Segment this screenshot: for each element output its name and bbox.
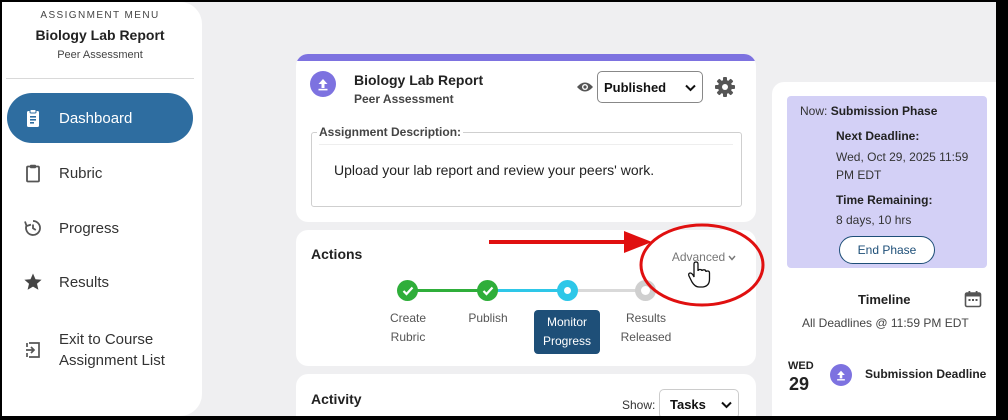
timeline-day: WED: [788, 360, 814, 372]
current-phase: Now: Submission Phase: [800, 104, 937, 118]
activity-filter-select[interactable]: Tasks: [659, 389, 739, 416]
sidebar-item-progress[interactable]: Progress: [7, 203, 193, 253]
actions-title: Actions: [311, 246, 363, 262]
menu-caption: ASSIGNMENT MENU: [40, 10, 160, 21]
next-deadline-value: Wed, Oct 29, 2025 11:59 PM EDT: [836, 150, 969, 182]
clipboard-outline-icon: [23, 163, 43, 183]
sidebar-item-label: Progress: [59, 219, 120, 237]
step-label-monitor-progress[interactable]: Monitor Progress: [534, 310, 600, 354]
description-box: Assignment Description: Upload your lab …: [311, 125, 742, 207]
assignment-header-card: Biology Lab Report Peer Assessment Publi…: [296, 54, 756, 222]
show-label: Show:: [622, 398, 656, 412]
sidebar-item-label: Results: [59, 273, 110, 291]
gear-icon[interactable]: [714, 76, 736, 98]
timeline-event[interactable]: Submission Deadline: [865, 367, 986, 381]
step-label-results-released: Results Released: [620, 311, 672, 344]
track-segment-current: [488, 289, 568, 292]
step-monitor-progress-dot: [557, 280, 578, 301]
sidebar-item-exit[interactable]: Exit to Course Assignment List: [7, 322, 193, 378]
eye-icon[interactable]: [576, 80, 594, 94]
sidebar-item-results[interactable]: Results: [7, 257, 193, 307]
app-frame: ASSIGNMENT MENU Biology Lab Report Peer …: [2, 2, 996, 416]
sidebar-item-label: Dashboard: [59, 109, 133, 127]
step-publish-check-icon: [477, 280, 498, 301]
sidebar-item-label: Rubric: [59, 164, 103, 182]
status-select[interactable]: Published: [597, 71, 703, 103]
chevron-down-icon: [728, 250, 736, 264]
calendar-icon[interactable]: [964, 290, 982, 308]
sidebar-item-rubric[interactable]: Rubric: [7, 148, 193, 198]
chevron-down-icon: [685, 80, 696, 95]
sidebar: ASSIGNMENT MENU Biology Lab Report Peer …: [2, 2, 202, 416]
clipboard-icon: [23, 108, 43, 128]
accent-bar: [296, 54, 756, 61]
phase-now-name: Submission Phase: [830, 104, 938, 118]
phase-card: Now: Submission Phase Next Deadline: Wed…: [787, 96, 987, 268]
menu-subtitle: Peer Assessment: [57, 49, 143, 61]
description-text: Upload your lab report and review your p…: [334, 162, 655, 178]
activity-filter-value: Tasks: [670, 396, 706, 412]
advanced-label: Advanced: [671, 250, 726, 264]
step-label-publish: Publish: [468, 311, 508, 325]
activity-title: Activity: [311, 391, 362, 407]
actions-card: Actions Advanced Create Rubric Publish M…: [296, 230, 756, 366]
time-remaining-label: Time Remaining:: [836, 193, 933, 207]
timeline-subtitle: All Deadlines @ 11:59 PM EDT: [802, 316, 969, 330]
description-content: Upload your lab report and review your p…: [319, 144, 733, 200]
assignment-title: Biology Lab Report: [354, 72, 484, 88]
time-remaining-value: 8 days, 10 hrs: [836, 213, 912, 227]
history-icon: [23, 218, 43, 238]
sidebar-item-label: Exit to Course Assignment List: [59, 331, 165, 369]
phase-now-prefix: Now:: [800, 104, 828, 118]
description-legend: Assignment Description:: [317, 125, 464, 139]
exit-icon: [23, 340, 43, 360]
right-panel: Now: Submission Phase Next Deadline: Wed…: [772, 82, 996, 416]
star-icon: [23, 272, 43, 292]
step-results-released-dot: [635, 280, 656, 301]
menu-divider: [6, 78, 194, 79]
step-create-rubric-check-icon: [397, 280, 418, 301]
end-phase-button[interactable]: End Phase: [839, 236, 935, 264]
track-segment-done: [408, 289, 488, 292]
chevron-down-icon: [721, 397, 732, 412]
status-select-value: Published: [604, 79, 667, 95]
timeline-date: 29: [789, 374, 810, 394]
sidebar-item-dashboard[interactable]: Dashboard: [7, 93, 193, 143]
advanced-button[interactable]: Advanced: [666, 244, 742, 270]
next-deadline-label: Next Deadline:: [836, 129, 920, 143]
upload-icon: [830, 364, 852, 386]
menu-title: Biology Lab Report: [35, 27, 165, 43]
activity-card: Activity Show: Tasks: [296, 374, 756, 416]
upload-icon: [310, 71, 336, 97]
step-label-create-rubric: Create Rubric: [389, 311, 427, 344]
timeline-title: Timeline: [858, 292, 911, 307]
assignment-subtitle: Peer Assessment: [354, 92, 454, 106]
